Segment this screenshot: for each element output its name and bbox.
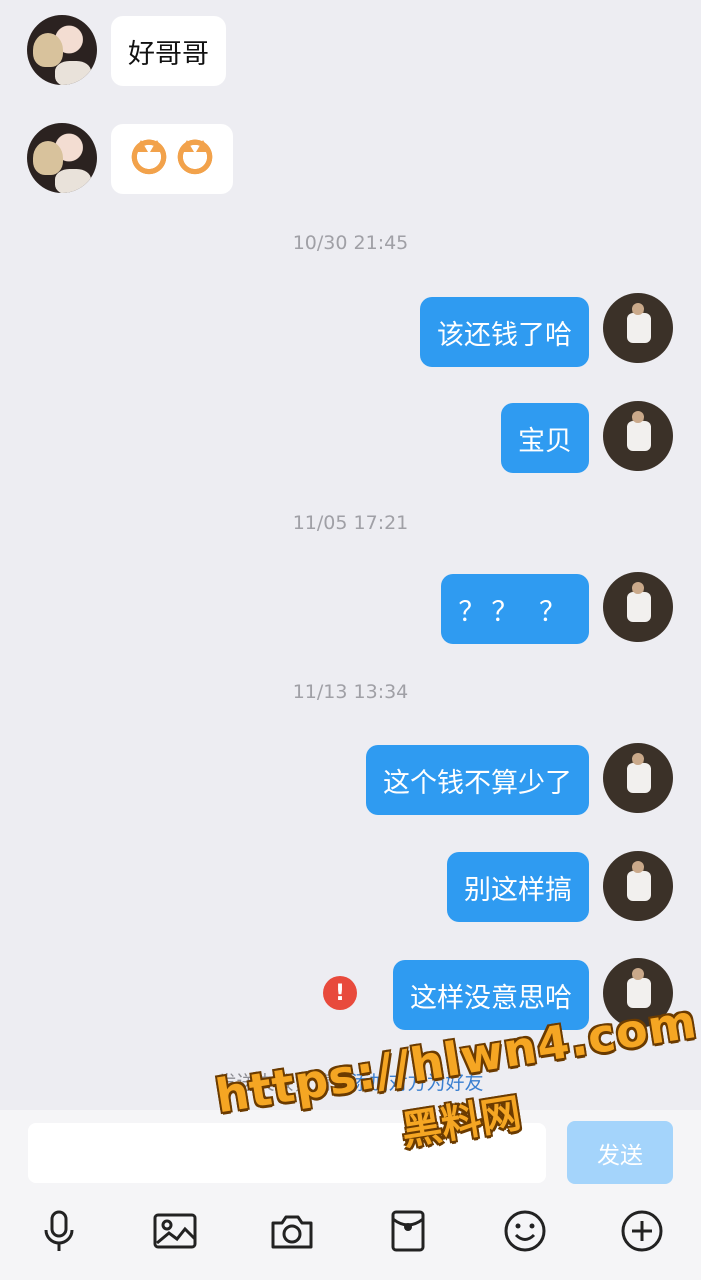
message-bubble[interactable]: 好哥哥 xyxy=(111,16,226,86)
composer-bar: 发送 xyxy=(0,1110,701,1280)
my-avatar[interactable] xyxy=(603,401,673,471)
cat-emoji-icon xyxy=(128,138,170,180)
message-bubble[interactable]: 该还钱了哈 xyxy=(420,297,589,367)
message-bubble[interactable]: 别这样搞 xyxy=(447,852,589,922)
notice-text: 发送失败，请先 xyxy=(217,1072,351,1094)
message-row-outgoing: ？？ ？ xyxy=(0,572,701,644)
message-input[interactable] xyxy=(28,1123,546,1183)
message-bubble[interactable]: 这样没意思哈 xyxy=(393,960,589,1030)
message-row-outgoing: 这个钱不算少了 xyxy=(0,743,701,815)
timestamp: 10/30 21:45 xyxy=(292,232,409,254)
message-row-outgoing-failed: ! 这样没意思哈 xyxy=(0,958,701,1030)
contact-avatar[interactable] xyxy=(27,123,97,193)
message-row-outgoing: 别这样搞 xyxy=(0,851,701,923)
send-button[interactable]: 发送 xyxy=(567,1121,673,1184)
timestamp: 11/13 13:34 xyxy=(292,681,409,703)
message-row-outgoing: 该还钱了哈 xyxy=(0,293,701,367)
message-bubble[interactable]: 这个钱不算少了 xyxy=(366,745,589,815)
my-avatar[interactable] xyxy=(603,572,673,642)
timestamp: 11/05 17:21 xyxy=(292,512,409,534)
send-failed-icon[interactable]: ! xyxy=(323,976,357,1010)
message-row-outgoing: 宝贝 xyxy=(0,401,701,473)
message-bubble[interactable]: ？？ ？ xyxy=(441,574,589,644)
message-row-incoming: 好哥哥 xyxy=(0,15,701,87)
sticker-bubble[interactable] xyxy=(111,124,233,194)
my-avatar[interactable] xyxy=(603,958,673,1028)
send-failed-notice: 发送失败，请先添加对方为好友 xyxy=(0,1068,701,1095)
add-friend-link[interactable]: 添加对方为好友 xyxy=(351,1072,484,1094)
red-packet-icon[interactable] xyxy=(383,1206,433,1256)
message-row-incoming xyxy=(0,123,701,195)
microphone-icon[interactable] xyxy=(34,1206,84,1256)
my-avatar[interactable] xyxy=(603,743,673,813)
contact-avatar[interactable] xyxy=(27,15,97,85)
message-bubble[interactable]: 宝贝 xyxy=(501,403,589,473)
camera-icon[interactable] xyxy=(267,1206,317,1256)
my-avatar[interactable] xyxy=(603,293,673,363)
emoji-icon[interactable] xyxy=(500,1206,550,1256)
cat-emoji-icon xyxy=(174,138,216,180)
image-icon[interactable] xyxy=(150,1206,200,1256)
input-toolbar xyxy=(0,1206,701,1256)
plus-icon[interactable] xyxy=(617,1206,667,1256)
my-avatar[interactable] xyxy=(603,851,673,921)
